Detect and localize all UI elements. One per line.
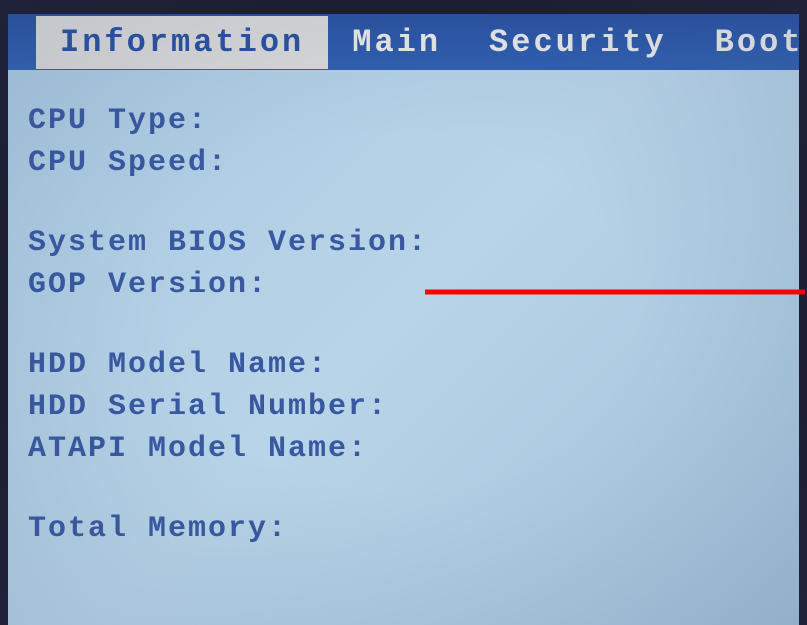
tab-label: Boot bbox=[715, 24, 804, 61]
info-row-cpu-speed: CPU Speed: bbox=[28, 142, 779, 184]
bios-info-panel: CPU Type: CPU Speed: System BIOS Version… bbox=[8, 70, 799, 608]
info-label: HDD Serial Number: bbox=[28, 386, 388, 428]
tab-boot[interactable]: Boot bbox=[691, 16, 807, 69]
tab-information[interactable]: Information bbox=[36, 16, 328, 69]
info-row-bios-version: System BIOS Version: bbox=[28, 222, 779, 264]
info-group-memory: Total Memory: bbox=[28, 508, 779, 550]
info-label: GOP Version: bbox=[28, 264, 268, 306]
info-label: HDD Model Name: bbox=[28, 344, 328, 386]
info-row-gop-version: GOP Version: bbox=[28, 264, 779, 306]
tab-label: Main bbox=[352, 24, 441, 61]
info-row-cpu-type: CPU Type: bbox=[28, 100, 779, 142]
info-row-hdd-serial: HDD Serial Number: bbox=[28, 386, 779, 428]
bios-menu-bar: Information Main Security Boot bbox=[8, 14, 799, 70]
tab-label: Security bbox=[489, 24, 667, 61]
info-row-total-memory: Total Memory: bbox=[28, 508, 779, 550]
info-label: Total Memory: bbox=[28, 508, 288, 550]
tab-main[interactable]: Main bbox=[328, 16, 465, 69]
info-row-atapi-model: ATAPI Model Name: bbox=[28, 428, 779, 470]
info-group-storage: HDD Model Name: HDD Serial Number: ATAPI… bbox=[28, 344, 779, 470]
info-group-cpu: CPU Type: CPU Speed: bbox=[28, 100, 779, 184]
tab-security[interactable]: Security bbox=[465, 16, 691, 69]
info-label: CPU Speed: bbox=[28, 142, 228, 184]
tab-label: Information bbox=[60, 24, 304, 61]
info-row-hdd-model: HDD Model Name: bbox=[28, 344, 779, 386]
info-label: System BIOS Version: bbox=[28, 222, 428, 264]
info-label: ATAPI Model Name: bbox=[28, 428, 368, 470]
info-label: CPU Type: bbox=[28, 100, 208, 142]
info-group-bios: System BIOS Version: GOP Version: bbox=[28, 222, 779, 306]
